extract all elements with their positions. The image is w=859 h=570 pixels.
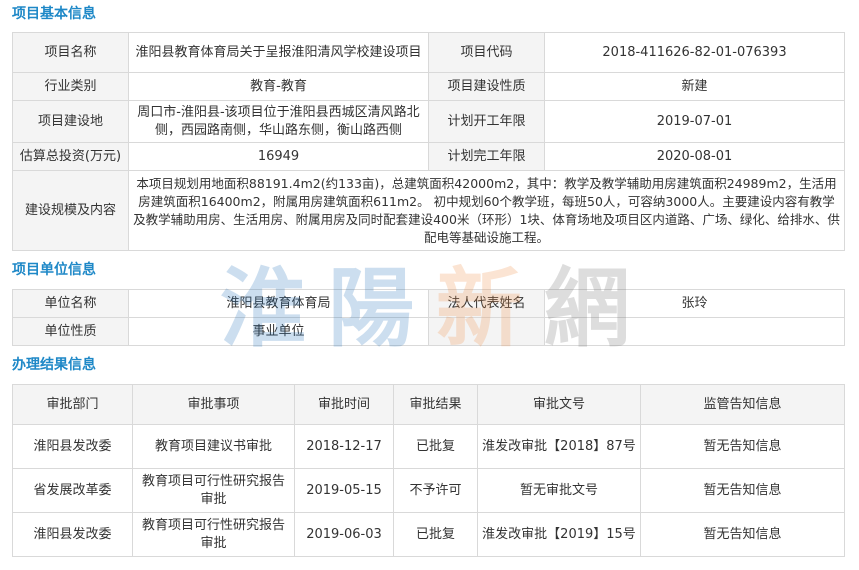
cell-dept: 淮阳县发改委 [12, 512, 133, 557]
legal-rep-value: 张玲 [544, 289, 845, 318]
cell-result: 不予许可 [393, 468, 478, 513]
cell-time: 2019-06-03 [294, 512, 394, 557]
empty-label-cell [428, 317, 545, 346]
basic-info-table: 项目名称 淮阳县教育体育局关于呈报淮阳清风学校建设项目 项目代码 2018-41… [12, 32, 845, 251]
header-dept: 审批部门 [12, 384, 133, 425]
project-name-value: 淮阳县教育体育局关于呈报淮阳清风学校建设项目 [128, 32, 429, 73]
table-row: 淮阳县发改委 教育项目建议书审批 2018-12-17 已批复 淮发改审批【20… [12, 424, 845, 469]
legal-rep-label: 法人代表姓名 [428, 289, 545, 318]
cell-item: 教育项目建议书审批 [132, 424, 295, 469]
header-doc-no: 审批文号 [477, 384, 641, 425]
scale-label: 建设规模及内容 [12, 170, 129, 251]
investment-label: 估算总投资(万元) [12, 142, 129, 171]
table-row: 省发展改革委 教育项目可行性研究报告审批 2019-05-15 不予许可 暂无审… [12, 468, 845, 513]
investment-value: 16949 [128, 142, 429, 171]
scale-value: 本项目规划用地面积88191.4m2(约133亩)，总建筑面积42000m2，其… [128, 170, 845, 251]
industry-label: 行业类别 [12, 72, 129, 101]
cell-doc-no: 暂无审批文号 [477, 468, 641, 513]
unit-info-title: 项目单位信息 [12, 262, 96, 278]
header-result: 审批结果 [393, 384, 478, 425]
end-date-label: 计划完工年限 [428, 142, 545, 171]
cell-result: 已批复 [393, 512, 478, 557]
project-name-label: 项目名称 [12, 32, 129, 73]
nature-label: 项目建设性质 [428, 72, 545, 101]
cell-notice: 暂无告知信息 [640, 468, 845, 513]
industry-value: 教育-教育 [128, 72, 429, 101]
cell-result: 已批复 [393, 424, 478, 469]
location-label: 项目建设地 [12, 100, 129, 143]
unit-name-value: 淮阳县教育体育局 [128, 289, 429, 318]
start-date-value: 2019-07-01 [544, 100, 845, 143]
header-item: 审批事项 [132, 384, 295, 425]
header-time: 审批时间 [294, 384, 394, 425]
cell-notice: 暂无告知信息 [640, 424, 845, 469]
cell-time: 2018-12-17 [294, 424, 394, 469]
result-info-title: 办理结果信息 [12, 357, 96, 373]
unit-type-value: 事业单位 [128, 317, 429, 346]
cell-dept: 淮阳县发改委 [12, 424, 133, 469]
cell-time: 2019-05-15 [294, 468, 394, 513]
unit-name-label: 单位名称 [12, 289, 129, 318]
header-notice: 监管告知信息 [640, 384, 845, 425]
result-table: 审批部门 审批事项 审批时间 审批结果 审批文号 监管告知信息 淮阳县发改委 教… [12, 384, 845, 557]
cell-item: 教育项目可行性研究报告审批 [132, 468, 295, 513]
end-date-value: 2020-08-01 [544, 142, 845, 171]
start-date-label: 计划开工年限 [428, 100, 545, 143]
unit-type-label: 单位性质 [12, 317, 129, 346]
cell-doc-no: 淮发改审批【2018】87号 [477, 424, 641, 469]
empty-value-cell [544, 317, 845, 346]
basic-info-title: 项目基本信息 [12, 6, 96, 22]
location-value: 周口市-淮阳县-该项目位于淮阳县西城区清风路北侧，西园路南侧，华山路东侧，衡山路… [128, 100, 429, 143]
project-code-label: 项目代码 [428, 32, 545, 73]
project-code-value: 2018-411626-82-01-076393 [544, 32, 845, 73]
cell-doc-no: 淮发改审批【2019】15号 [477, 512, 641, 557]
unit-info-table: 单位名称 淮阳县教育体育局 法人代表姓名 张玲 单位性质 事业单位 [12, 289, 845, 346]
cell-notice: 暂无告知信息 [640, 512, 845, 557]
nature-value: 新建 [544, 72, 845, 101]
table-row: 淮阳县发改委 教育项目可行性研究报告审批 2019-06-03 已批复 淮发改审… [12, 512, 845, 557]
cell-item: 教育项目可行性研究报告审批 [132, 512, 295, 557]
cell-dept: 省发展改革委 [12, 468, 133, 513]
